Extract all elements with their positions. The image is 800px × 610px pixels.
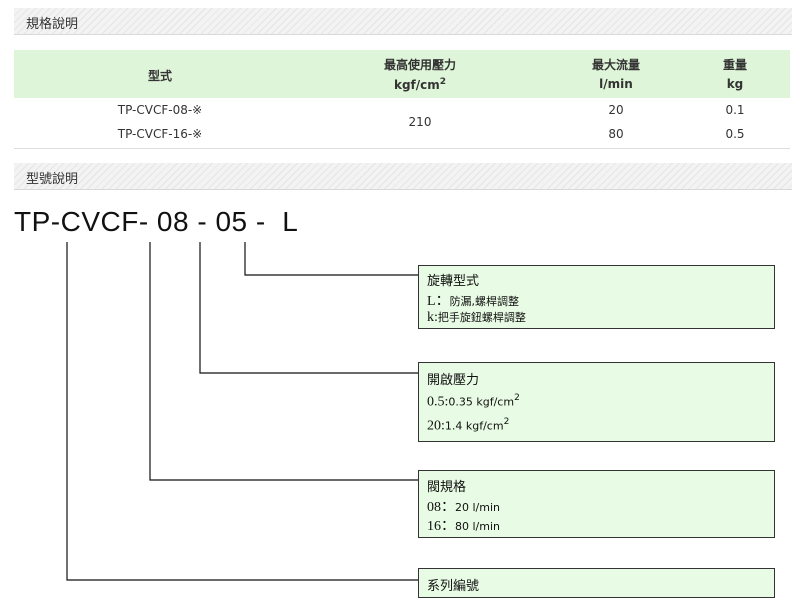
valve-size-line1: 08：20 l/min [427, 500, 500, 515]
valve-size-title: 閥規格 [427, 480, 467, 495]
connector-size [149, 242, 418, 481]
connector-series [66, 242, 418, 581]
cracking-pressure-line2: 20:1.4 kgf/cm2 [427, 417, 510, 434]
rotation-type-title: 旋轉型式 [427, 274, 480, 289]
series-number-title: 系列編號 [427, 579, 480, 594]
valve-size-line2: 16：80 l/min [427, 519, 500, 534]
series-number-box: 系列編號 [418, 568, 775, 598]
rotation-type-box: 旋轉型式 L：防漏,螺桿調整 k:把手旋鈕螺桿調整 [418, 265, 775, 329]
cracking-pressure-title: 開啟壓力 [427, 373, 480, 388]
valve-size-box: 閥規格 08：20 l/min 16：80 l/min [418, 470, 775, 538]
rotation-type-line1: L：防漏,螺桿調整 [427, 294, 520, 309]
rotation-type-line2: k:把手旋鈕螺桿調整 [427, 310, 526, 325]
connector-rotation [244, 242, 418, 276]
cracking-pressure-line1: 0.5:0.35 kgf/cm2 [427, 393, 520, 410]
connector-cracking [199, 242, 418, 374]
cracking-pressure-box: 開啟壓力 0.5:0.35 kgf/cm2 20:1.4 kgf/cm2 [418, 362, 775, 442]
